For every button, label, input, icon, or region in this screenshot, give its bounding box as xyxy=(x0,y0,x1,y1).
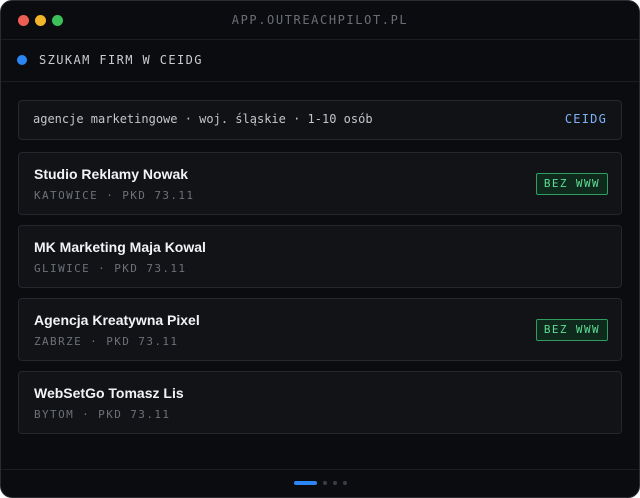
company-name: Agencja Kreatywna Pixel xyxy=(34,312,200,328)
search-query-bar[interactable]: agencje marketingowe · woj. śląskie · 1-… xyxy=(18,100,622,140)
result-card[interactable]: Agencja Kreatywna Pixel ZABRZE · PKD 73.… xyxy=(18,298,622,361)
company-meta: KATOWICE · PKD 73.11 xyxy=(34,189,195,202)
result-card[interactable]: WebSetGo Tomasz Lis BYTOM · PKD 73.11 xyxy=(18,371,622,434)
page-dot-active[interactable] xyxy=(293,481,317,485)
result-card[interactable]: MK Marketing Maja Kowal GLIWICE · PKD 73… xyxy=(18,225,622,288)
company-name: WebSetGo Tomasz Lis xyxy=(34,385,184,401)
page-dot[interactable] xyxy=(342,481,347,485)
app-window: APP.OUTREACHPILOT.PL SZUKAM FIRM W CEIDG… xyxy=(0,0,640,498)
window-title: APP.OUTREACHPILOT.PL xyxy=(231,13,409,27)
title-bar: APP.OUTREACHPILOT.PL xyxy=(1,1,639,40)
result-card[interactable]: Studio Reklamy Nowak KATOWICE · PKD 73.1… xyxy=(18,152,622,215)
company-meta: GLIWICE · PKD 73.11 xyxy=(34,262,187,275)
status-text: SZUKAM FIRM W CEIDG xyxy=(39,53,203,67)
company-name: MK Marketing Maja Kowal xyxy=(34,239,206,255)
page-dot[interactable] xyxy=(332,481,337,485)
bottom-bar xyxy=(1,469,639,497)
data-source-label: CEIDG xyxy=(564,112,607,126)
company-name: Studio Reklamy Nowak xyxy=(34,166,189,182)
status-indicator-icon xyxy=(17,55,27,65)
page-dot[interactable] xyxy=(322,481,327,485)
page-indicator xyxy=(1,481,639,485)
no-website-badge: BEZ WWW xyxy=(535,173,608,195)
search-query-text: agencje marketingowe · woj. śląskie · 1-… xyxy=(33,112,373,126)
company-meta: BYTOM · PKD 73.11 xyxy=(34,408,171,421)
no-website-badge: BEZ WWW xyxy=(535,319,608,341)
status-bar: SZUKAM FIRM W CEIDG xyxy=(1,40,639,82)
company-meta: ZABRZE · PKD 73.11 xyxy=(34,335,179,348)
